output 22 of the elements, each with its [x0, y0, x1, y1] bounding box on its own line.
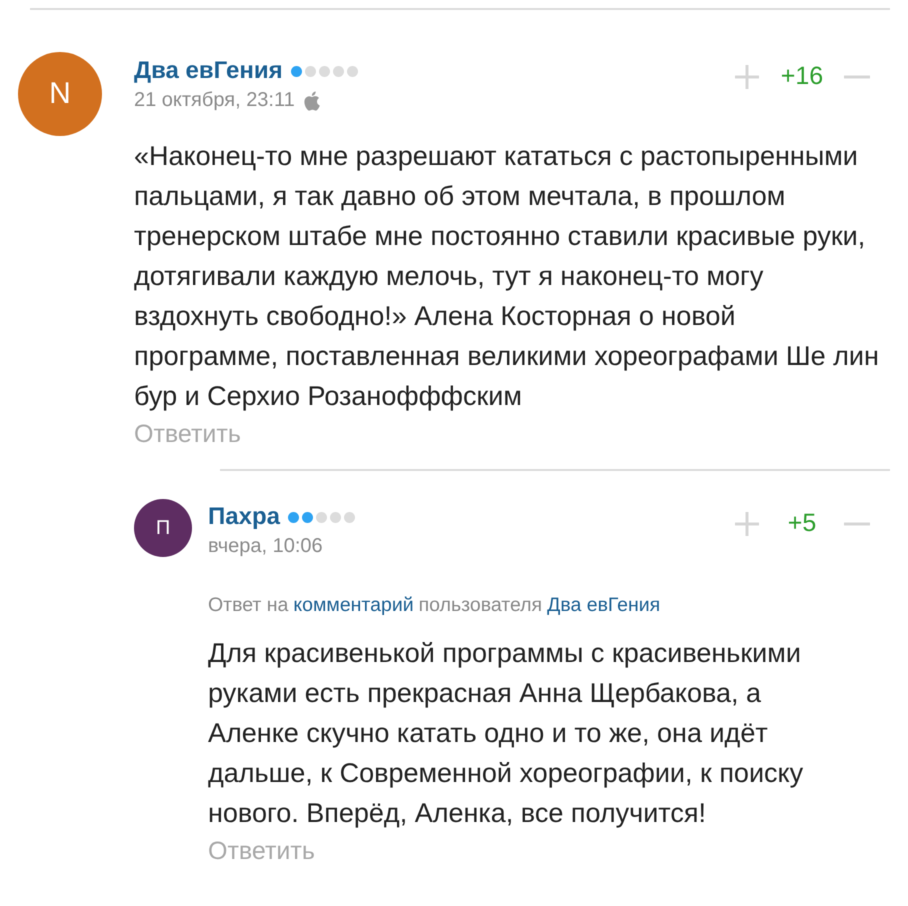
author-name[interactable]: Пахра	[208, 503, 280, 531]
upvote-button[interactable]	[734, 64, 760, 90]
reply-to-link[interactable]: Два евГения	[547, 594, 660, 617]
minus-icon	[844, 522, 870, 526]
author-name[interactable]: Два евГения	[134, 57, 283, 85]
plus-icon	[734, 510, 760, 536]
reply-to-link[interactable]: комментарий	[293, 594, 414, 617]
comment-time: 21 октября, 23:11	[134, 89, 295, 112]
plus-icon	[734, 64, 760, 90]
comment-score: +5	[786, 509, 818, 538]
comment-score: +16	[780, 62, 824, 91]
reply-to-text: Ответ на	[208, 594, 288, 617]
comment-text: Для красивенькой программы с красивенькими руками есть прекрасная Анна Щербакова, а Аленке скучно катать одно и то же, она идёт дальше, к Современной хореографии, к поиску нового. Вперёд, Аленка, все получится!	[208, 637, 804, 830]
upvote-button[interactable]	[734, 510, 760, 536]
reply-to-text: пользователя	[418, 594, 542, 617]
downvote-button[interactable]	[844, 74, 870, 78]
comment-text: «Наконец-то мне разрешают кататься с растопыренными пальцами, я так давно об этом мечтала, в прошлом тренерском штабе мне постоянно ставили красивые руки, дотягивали каждую мелочь, тут я наконец-то могу вздохнуть свободно!» Алена Косторная о новой программе, поставленная великими хореографами Ше лин бур и Серхио Розанофффским	[134, 140, 879, 413]
comment-time: вчера, 10:06	[208, 535, 323, 558]
avatar: N	[18, 52, 102, 136]
avatar: П	[134, 499, 192, 557]
minus-icon	[844, 74, 870, 78]
downvote-button[interactable]	[844, 522, 870, 526]
